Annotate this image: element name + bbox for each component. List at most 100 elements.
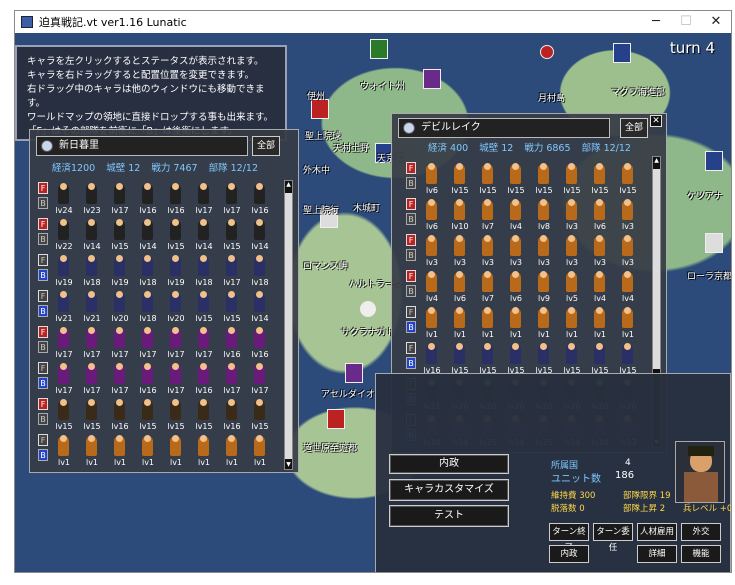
unit-sprite[interactable]: lv4 <box>616 270 638 306</box>
unit-sprite[interactable]: lv19 <box>164 254 186 290</box>
unit-sprite[interactable]: lv17 <box>52 362 74 398</box>
unit-sprite[interactable]: lv1 <box>420 306 442 342</box>
unit-sprite[interactable]: lv8 <box>532 198 554 234</box>
delegate-turn-button[interactable]: ターン委任 <box>593 523 633 553</box>
unit-sprite[interactable]: lv4 <box>504 198 526 234</box>
unit-sprite[interactable]: lv17 <box>248 362 270 398</box>
maximize-button[interactable]: ☐ <box>671 11 701 33</box>
unit-sprite[interactable]: lv1 <box>588 306 610 342</box>
unit-sprite[interactable]: lv1 <box>532 306 554 342</box>
scroll-thumb[interactable] <box>653 169 660 369</box>
front-button[interactable]: F <box>406 198 416 210</box>
unit-sprite[interactable]: lv17 <box>192 326 214 362</box>
scroll-thumb[interactable] <box>285 193 292 459</box>
unit-sprite[interactable]: lv7 <box>476 198 498 234</box>
unit-sprite[interactable]: lv1 <box>164 434 186 470</box>
unit-sprite[interactable]: lv17 <box>164 362 186 398</box>
unit-sprite[interactable]: lv5 <box>560 270 582 306</box>
unit-sprite[interactable]: lv6 <box>420 162 442 198</box>
front-button[interactable]: F <box>406 342 416 354</box>
ruler-portrait[interactable] <box>675 441 725 503</box>
unit-sprite[interactable]: lv14 <box>136 218 158 254</box>
unit-sprite[interactable]: lv17 <box>52 326 74 362</box>
front-button[interactable]: F <box>38 290 48 302</box>
unit-sprite[interactable]: lv17 <box>108 362 130 398</box>
unit-sprite[interactable]: lv15 <box>476 162 498 198</box>
back-button[interactable]: B <box>406 357 416 369</box>
town-flag[interactable] <box>540 45 554 59</box>
unit-sprite[interactable]: lv18 <box>248 254 270 290</box>
unit-sprite[interactable]: lv15 <box>560 162 582 198</box>
unit-sprite[interactable]: lv18 <box>136 254 158 290</box>
unit-sprite[interactable]: lv3 <box>616 198 638 234</box>
unit-sprite[interactable]: lv16 <box>248 326 270 362</box>
unit-sprite[interactable]: lv15 <box>164 398 186 434</box>
unit-sprite[interactable]: lv17 <box>136 326 158 362</box>
unit-sprite[interactable]: lv15 <box>220 218 242 254</box>
unit-sprite[interactable]: lv16 <box>192 362 214 398</box>
unit-sprite[interactable]: lv21 <box>80 290 102 326</box>
unit-sprite[interactable]: lv6 <box>448 270 470 306</box>
unit-sprite[interactable]: lv16 <box>248 182 270 218</box>
unit-sprite[interactable]: lv6 <box>420 198 442 234</box>
unit-sprite[interactable]: lv3 <box>616 234 638 270</box>
unit-sprite[interactable]: lv1 <box>616 306 638 342</box>
unit-sprite[interactable]: lv15 <box>616 162 638 198</box>
front-button[interactable]: F <box>38 182 48 194</box>
unit-sprite[interactable]: lv3 <box>560 234 582 270</box>
unit-sprite[interactable]: lv16 <box>136 182 158 218</box>
unit-sprite[interactable]: lv15 <box>248 398 270 434</box>
town-flag[interactable] <box>705 151 723 171</box>
town-flag[interactable] <box>423 69 441 89</box>
town-flag[interactable] <box>345 363 363 383</box>
scroll-down-icon[interactable]: ▼ <box>285 461 292 469</box>
town-flag[interactable] <box>360 301 376 317</box>
town-flag[interactable] <box>327 409 345 429</box>
unit-sprite[interactable]: lv17 <box>164 326 186 362</box>
minimize-button[interactable]: ─ <box>641 11 671 33</box>
naisei-menu-button[interactable]: 内政 <box>389 454 509 474</box>
unit-sprite[interactable]: lv16 <box>220 398 242 434</box>
front-button[interactable]: F <box>38 218 48 230</box>
back-button[interactable]: B <box>38 233 48 245</box>
unit-sprite[interactable]: lv1 <box>248 434 270 470</box>
back-button[interactable]: B <box>38 377 48 389</box>
diplomacy-button[interactable]: 外交 <box>681 523 721 541</box>
town-flag[interactable] <box>613 43 631 63</box>
unit-sprite[interactable]: lv6 <box>504 270 526 306</box>
back-button[interactable]: B <box>406 213 416 225</box>
unit-sprite[interactable]: lv18 <box>192 254 214 290</box>
back-button[interactable]: B <box>406 321 416 333</box>
unit-sprite[interactable]: lv23 <box>80 182 102 218</box>
unit-sprite[interactable]: lv15 <box>504 162 526 198</box>
test-menu-button[interactable]: テスト <box>389 505 509 527</box>
unit-sprite[interactable]: lv3 <box>532 234 554 270</box>
unit-sprite[interactable]: lv19 <box>108 254 130 290</box>
unit-sprite[interactable]: lv15 <box>136 398 158 434</box>
unit-sprite[interactable]: lv15 <box>220 290 242 326</box>
unit-sprite[interactable]: lv1 <box>108 434 130 470</box>
unit-sprite[interactable]: lv1 <box>192 434 214 470</box>
unit-sprite[interactable]: lv3 <box>560 198 582 234</box>
unit-sprite[interactable]: lv1 <box>136 434 158 470</box>
unit-sprite[interactable]: lv16 <box>164 182 186 218</box>
unit-sprite[interactable]: lv22 <box>52 218 74 254</box>
unit-sprite[interactable]: lv17 <box>80 326 102 362</box>
back-button[interactable]: B <box>38 305 48 317</box>
front-button[interactable]: F <box>38 362 48 374</box>
hire-button[interactable]: 人材雇用 <box>637 523 677 541</box>
unit-sprite[interactable]: lv14 <box>80 218 102 254</box>
front-button[interactable]: F <box>38 254 48 266</box>
back-button[interactable]: B <box>38 413 48 425</box>
front-button[interactable]: F <box>38 434 48 446</box>
unit-sprite[interactable]: lv3 <box>588 234 610 270</box>
unit-sprite[interactable]: lv18 <box>80 254 102 290</box>
unit-sprite[interactable]: lv1 <box>448 306 470 342</box>
unit-sprite[interactable]: lv14 <box>248 218 270 254</box>
unit-sprite[interactable]: lv7 <box>476 270 498 306</box>
unit-sprite[interactable]: lv15 <box>588 162 610 198</box>
unit-sprite[interactable]: lv3 <box>420 234 442 270</box>
end-turn-button[interactable]: ターン終了 <box>549 523 589 553</box>
customize-menu-button[interactable]: キャラカスタマイズ <box>389 479 509 501</box>
unit-sprite[interactable]: lv15 <box>532 162 554 198</box>
